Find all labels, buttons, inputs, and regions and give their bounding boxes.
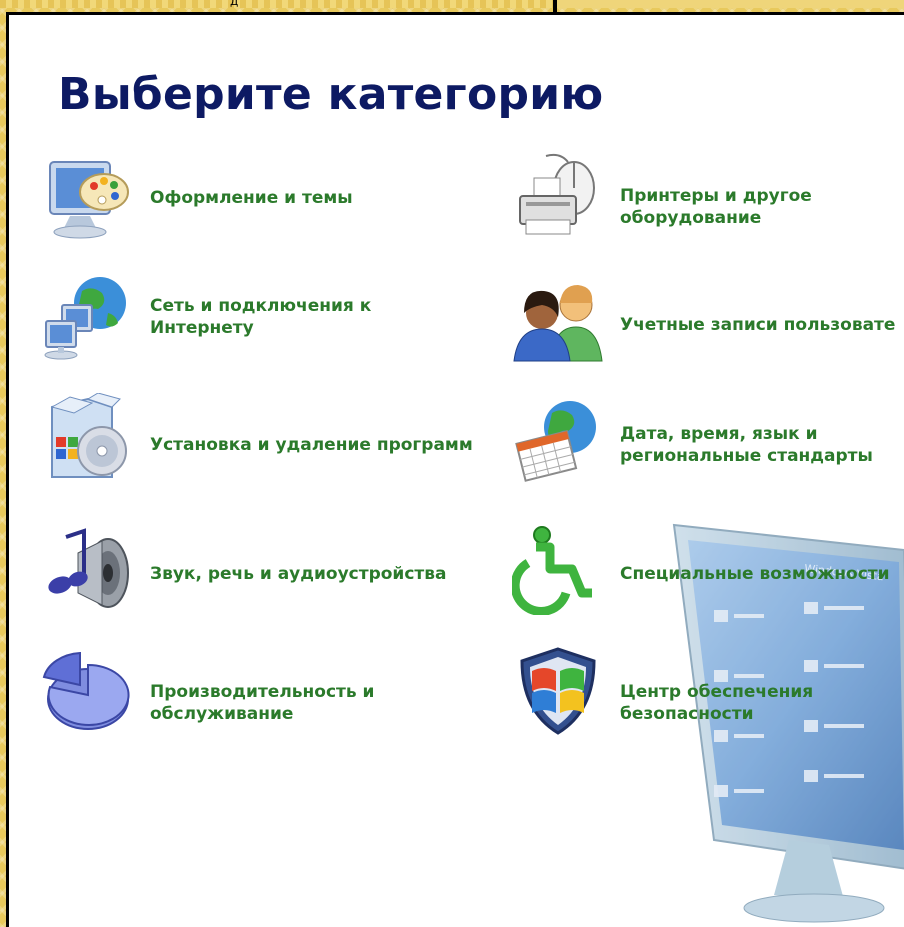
top-pattern-strip xyxy=(0,0,556,8)
performance-pie-icon xyxy=(42,651,130,730)
category-label: Производительность и обслуживание xyxy=(150,682,375,724)
category-label: Специальные возможности xyxy=(620,564,890,584)
category-accessibility[interactable]: Специальные возможности xyxy=(512,523,904,619)
date-time-globe-icon xyxy=(515,401,596,482)
category-performance-maintenance[interactable]: Производительность и обслуживание xyxy=(42,645,442,741)
add-remove-programs-icon xyxy=(50,393,127,478)
category-label: Сеть и подключения к Интернету xyxy=(150,296,372,338)
category-printers-hardware[interactable]: Принтеры и другое оборудование xyxy=(512,152,904,248)
category-appearance-themes[interactable]: Оформление и темы xyxy=(42,152,442,248)
control-panel-window: Выберите категорию Windows Vista Оформле… xyxy=(6,12,904,927)
category-security-center[interactable]: Центр обеспечения безопасности xyxy=(512,645,904,741)
network-globe-icon xyxy=(44,277,126,360)
top-text-fragment: д xyxy=(230,0,239,8)
category-date-time-language[interactable]: Дата, время, язык и региональные стандар… xyxy=(512,393,904,489)
category-add-remove-programs[interactable]: Установка и удаление программ xyxy=(42,393,502,489)
category-label: Принтеры и другое оборудование xyxy=(620,186,812,228)
sound-speaker-icon xyxy=(48,528,129,608)
category-network-internet[interactable]: Сеть и подключения к Интернету xyxy=(42,273,442,369)
category-sound-speech-audio[interactable]: Звук, речь и аудиоустройства xyxy=(42,523,502,619)
category-label: Оформление и темы xyxy=(150,188,353,208)
category-label: Установка и удаление программ xyxy=(150,435,473,455)
printer-mouse-icon xyxy=(519,153,595,235)
category-label: Учетные записи пользовате xyxy=(620,315,896,335)
top-pattern-strip-right xyxy=(557,0,904,8)
category-label: Центр обеспечения безопасности xyxy=(620,682,814,724)
category-label: Дата, время, язык и региональные стандар… xyxy=(620,424,873,466)
user-accounts-icon xyxy=(513,285,603,362)
appearance-themes-icon xyxy=(49,161,129,239)
category-label: Звук, речь и аудиоустройства xyxy=(150,564,447,584)
security-shield-icon xyxy=(520,647,596,735)
page-title: Выберите категорию xyxy=(58,69,604,120)
accessibility-icon xyxy=(512,526,592,615)
category-user-accounts[interactable]: Учетные записи пользовате xyxy=(512,273,904,369)
